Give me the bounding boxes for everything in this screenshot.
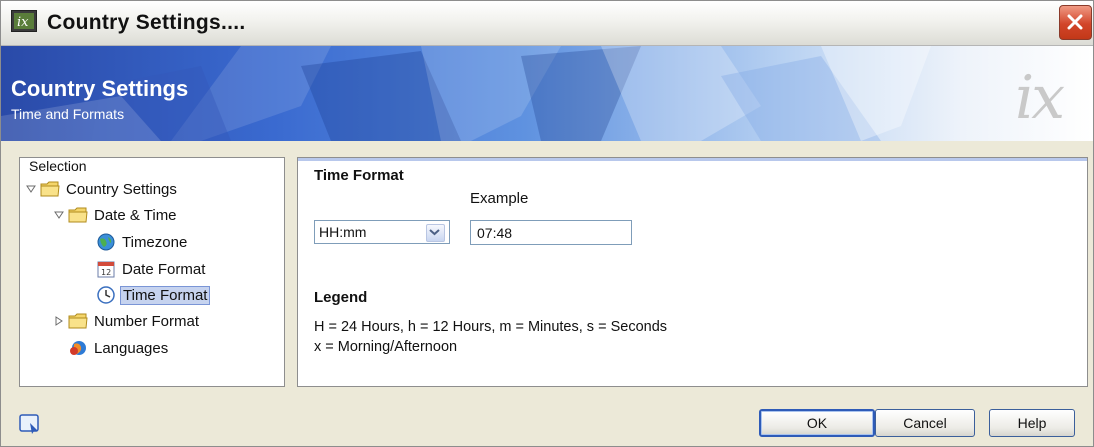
tree-item-label: Date Format: [122, 260, 206, 278]
ok-button[interactable]: OK: [759, 409, 875, 437]
tree-item-number-format[interactable]: Number Format: [54, 310, 201, 332]
folder-icon: [68, 207, 88, 223]
close-button[interactable]: [1059, 5, 1092, 40]
collapsed-arrow-icon[interactable]: [54, 316, 64, 326]
example-field: 07:48: [470, 220, 632, 245]
time-format-panel: Time Format Example HH:mm 07:48 Legend H…: [297, 157, 1088, 387]
time-format-title: Time Format: [314, 167, 404, 184]
folder-icon: [40, 181, 60, 197]
svg-text:12: 12: [101, 268, 111, 277]
tree-item-label: Languages: [94, 339, 169, 357]
brand-logo: ix: [1015, 63, 1065, 133]
app-icon: ix: [11, 10, 37, 32]
close-icon: [1067, 14, 1083, 30]
tree-item-time-format[interactable]: Time Format: [96, 284, 211, 306]
button-bar: OK Cancel Help: [1, 399, 1093, 447]
selection-tree: Selection Country Settings Date & Time T…: [19, 157, 285, 387]
help-button[interactable]: Help: [989, 409, 1075, 437]
header-banner: Country Settings Time and Formats ix: [1, 46, 1093, 141]
banner-subtitle: Time and Formats: [11, 106, 125, 122]
tree-item-languages[interactable]: Languages: [68, 337, 170, 359]
legend-line-1: H = 24 Hours, h = 12 Hours, m = Minutes,…: [314, 319, 668, 335]
expanded-arrow-icon[interactable]: [26, 184, 36, 194]
title-bar[interactable]: ix Country Settings....: [1, 1, 1093, 46]
context-help-icon[interactable]: [19, 414, 41, 434]
example-value: 07:48: [477, 225, 513, 241]
folder-icon: [68, 313, 88, 329]
time-format-dropdown[interactable]: HH:mm: [314, 220, 450, 244]
tree-item-label: Timezone: [122, 233, 188, 251]
banner-title: Country Settings: [11, 76, 189, 101]
cancel-button[interactable]: Cancel: [875, 409, 975, 437]
tree-item-label: Country Settings: [66, 180, 177, 198]
window-title: Country Settings....: [47, 11, 246, 34]
dialog-window: ix Country Settings.... Country Settings…: [0, 0, 1094, 447]
tree-item-label: Date & Time: [94, 206, 177, 224]
tree-item-date-time[interactable]: Date & Time: [54, 204, 179, 226]
svg-text:ix: ix: [17, 15, 29, 30]
tree-item-date-format[interactable]: 12 Date Format: [96, 258, 207, 280]
example-label: Example: [470, 190, 529, 207]
time-format-value: HH:mm: [319, 224, 367, 240]
dropdown-button[interactable]: [426, 224, 445, 242]
tree-item-timezone[interactable]: Timezone: [96, 231, 189, 253]
clock-icon: [97, 286, 115, 304]
panel-top-border: [298, 158, 1087, 161]
legend-title: Legend: [314, 289, 368, 306]
tree-item-label: Time Format: [120, 285, 211, 305]
languages-icon: [70, 341, 86, 355]
tree-item-label: Number Format: [94, 312, 200, 330]
selection-header: Selection: [29, 158, 87, 174]
calendar-icon: 12: [97, 261, 115, 278]
chevron-down-icon: [429, 229, 440, 236]
legend-line-2: x = Morning/Afternoon: [314, 339, 458, 355]
tree-item-country-settings[interactable]: Country Settings: [26, 178, 179, 200]
expanded-arrow-icon[interactable]: [54, 210, 64, 220]
globe-icon: [97, 233, 115, 251]
